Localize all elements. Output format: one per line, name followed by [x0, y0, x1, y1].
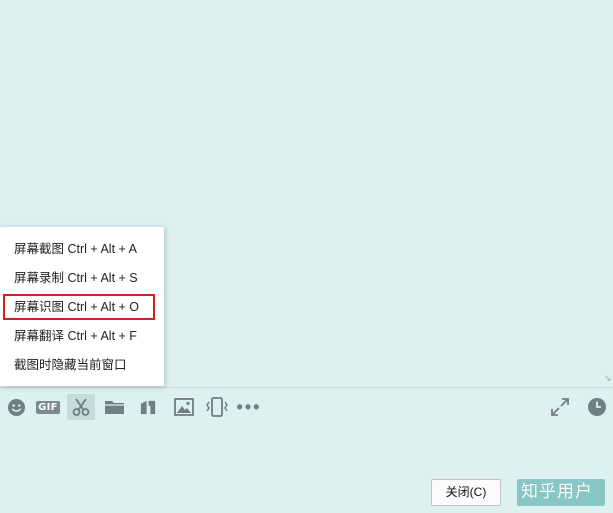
- more-tools-button[interactable]: •••: [236, 394, 262, 420]
- menu-item-hide-window[interactable]: 截图时隐藏当前窗口: [3, 352, 155, 378]
- history-clock-icon: [588, 398, 606, 416]
- screenshot-menu: 屏幕截图 Ctrl + Alt + A 屏幕录制 Ctrl + Alt + S …: [0, 227, 164, 386]
- menu-item-screenshot[interactable]: 屏幕截图 Ctrl + Alt + A: [3, 236, 155, 262]
- shake-window-button[interactable]: [204, 394, 230, 420]
- image-icon: [174, 398, 194, 416]
- resize-grip-icon[interactable]: ↘: [604, 374, 612, 383]
- file-transfer-icon: [140, 400, 155, 414]
- more-icon: •••: [236, 397, 262, 417]
- emoji-icon: [7, 398, 25, 416]
- expand-input-button[interactable]: [548, 394, 572, 420]
- folder-icon: [104, 401, 124, 414]
- menu-item-screen-translate[interactable]: 屏幕翻译 Ctrl + Alt + F: [3, 323, 155, 349]
- screenshot-button[interactable]: [67, 394, 95, 420]
- input-toolbar: GIF •••: [0, 394, 613, 422]
- send-image-button[interactable]: [172, 394, 196, 420]
- emoji-button[interactable]: [5, 394, 27, 420]
- scissors-icon: [72, 398, 90, 416]
- watermark-text: 知乎用户: [521, 482, 593, 501]
- gif-button[interactable]: GIF: [36, 394, 60, 420]
- message-history-button[interactable]: [586, 394, 608, 420]
- send-file-button[interactable]: [102, 394, 126, 420]
- close-button[interactable]: 关闭(C): [431, 479, 501, 506]
- menu-item-screen-recognize[interactable]: 屏幕识图 Ctrl + Alt + O: [3, 294, 155, 320]
- menu-item-screen-record[interactable]: 屏幕录制 Ctrl + Alt + S: [3, 265, 155, 291]
- file-transfer-button[interactable]: [137, 394, 159, 420]
- gif-icon: GIF: [36, 400, 60, 414]
- expand-icon: [551, 398, 569, 416]
- shake-window-icon: [206, 397, 228, 417]
